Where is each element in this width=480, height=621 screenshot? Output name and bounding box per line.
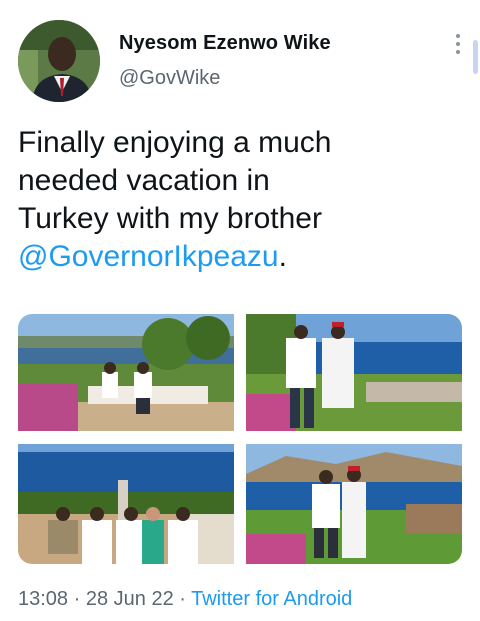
mention-link[interactable]: @GovernorIkpeazu xyxy=(18,240,279,273)
display-name[interactable]: Nyesom Ezenwo Wike xyxy=(119,32,331,55)
tweet-line: Turkey with my brother xyxy=(18,202,322,235)
scrollbar-thumb[interactable] xyxy=(473,40,478,74)
photo-2[interactable] xyxy=(246,314,462,431)
tweet-source-link[interactable]: Twitter for Android xyxy=(191,588,352,610)
avatar[interactable] xyxy=(18,20,100,102)
media-grid xyxy=(18,314,462,564)
meta-separator: · xyxy=(173,588,192,610)
photo-4[interactable] xyxy=(246,444,462,564)
tweet-date[interactable]: 28 Jun 22 xyxy=(86,588,174,610)
photo-1[interactable] xyxy=(18,314,234,431)
more-vertical-icon[interactable] xyxy=(454,34,462,58)
tweet-trailing: . xyxy=(278,240,287,273)
photo-3[interactable] xyxy=(18,444,234,564)
user-names: Nyesom Ezenwo Wike @GovWike xyxy=(119,32,331,90)
tweet-header: Nyesom Ezenwo Wike @GovWike xyxy=(18,20,468,104)
tweet-line-mention: @GovernorIkpeazu. xyxy=(18,238,458,276)
meta-separator: · xyxy=(68,588,86,610)
tweet-line: Finally enjoying a much xyxy=(18,126,332,159)
tweet-meta: 13:08 · 28 Jun 22 · Twitter for Android xyxy=(18,588,352,611)
tweet-line: needed vacation in xyxy=(18,164,270,197)
tweet-time[interactable]: 13:08 xyxy=(18,588,68,610)
user-handle[interactable]: @GovWike xyxy=(119,67,331,90)
tweet-text: Finally enjoying a much needed vacation … xyxy=(18,124,458,276)
